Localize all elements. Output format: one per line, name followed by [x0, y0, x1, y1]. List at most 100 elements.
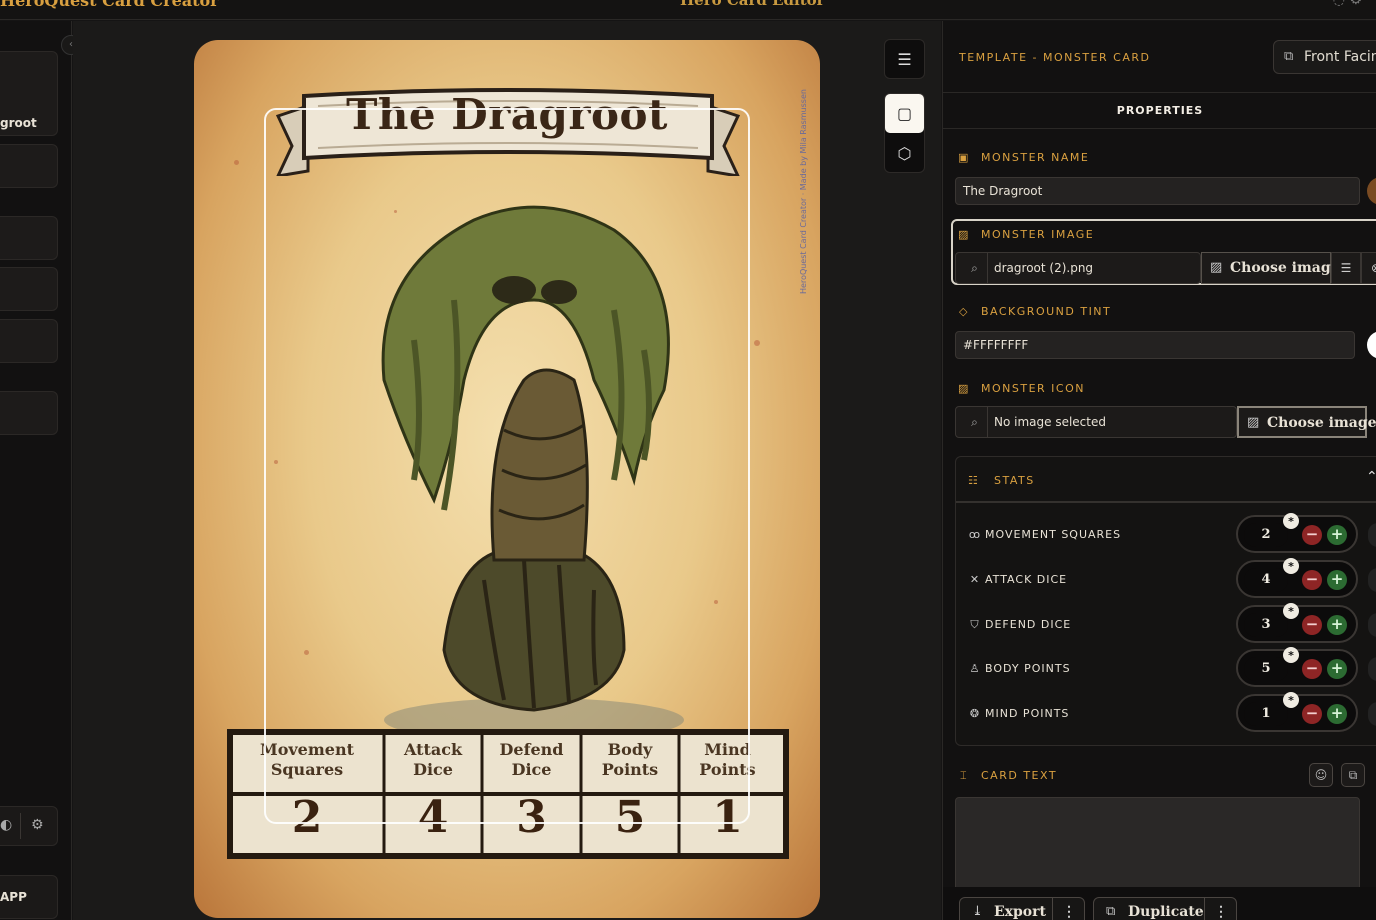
card-list-item[interactable] — [0, 319, 58, 363]
format-icon[interactable]: ⧉ — [1341, 763, 1365, 787]
monster-name-label: MONSTER NAME — [981, 151, 1090, 164]
choose-icon-label: Choose image — [1267, 415, 1376, 431]
gear-icon[interactable]: ⚙ — [31, 817, 44, 833]
card-stat-value: 3 — [516, 792, 547, 843]
card-list-item-selected[interactable]: groot — [0, 51, 58, 136]
card-text-input[interactable] — [955, 797, 1360, 897]
card-stat-value: 1 — [712, 792, 743, 843]
asterisk-icon[interactable]: * — [1283, 647, 1299, 663]
defend-stepper: 3 * − + — [1236, 603, 1358, 643]
settings-icon[interactable]: ⚙ — [1349, 0, 1362, 8]
asterisk-icon[interactable]: * — [1283, 692, 1299, 708]
increment-button[interactable]: + — [1327, 704, 1347, 724]
card-stat-header: Body Points — [601, 740, 659, 779]
card-stat-body: Body Points 5 — [581, 730, 679, 856]
movement-stepper: 2 * − + — [1236, 513, 1358, 553]
stat-value-input[interactable]: 2 — [1244, 523, 1288, 547]
monster-artwork — [381, 205, 684, 742]
asterisk-icon[interactable]: * — [1283, 603, 1299, 619]
chevron-left-icon[interactable]: ‹ — [1368, 523, 1376, 547]
stat-value-input[interactable]: 4 — [1244, 568, 1288, 592]
stats-list-icon: ☷ — [968, 474, 980, 487]
help-icon[interactable]: ◌ — [1333, 0, 1345, 8]
card-list-item[interactable] — [0, 391, 58, 435]
card-list-item[interactable] — [0, 216, 58, 260]
parchment-speck — [234, 160, 239, 165]
monster-name-section: ▣ MONSTER NAME — [957, 151, 1089, 164]
image-add-icon: ▨ — [1247, 415, 1260, 430]
view-2d-square-icon[interactable]: ▢ — [885, 94, 924, 133]
view-3d-cube-icon[interactable]: ⬡ — [885, 134, 924, 173]
stat-value-input[interactable]: 5 — [1244, 657, 1288, 681]
tools-divider — [20, 813, 21, 839]
stat-row-mind: ❂MIND POINTS 1 * − + ‹ — [956, 692, 1376, 734]
body-stepper: 5 * − + — [1236, 647, 1358, 687]
chevron-left-icon[interactable]: ‹ — [1368, 613, 1376, 637]
more-vertical-icon[interactable]: ⋮ — [1054, 898, 1084, 920]
card-list-sidebar: ‹ groot ◐ ⚙ APP — [0, 21, 81, 920]
card-stat-value: 5 — [614, 792, 646, 843]
card-list-item[interactable] — [0, 144, 58, 188]
decrement-button[interactable]: − — [1302, 570, 1322, 590]
card-stat-movement: Movement Squares 2 — [230, 730, 384, 856]
chevron-up-icon[interactable]: ⌃ — [1366, 469, 1376, 485]
decrement-button[interactable]: − — [1302, 659, 1322, 679]
panel-header: TEMPLATE - MONSTER CARD ⧉ Front Facing — [943, 21, 1376, 93]
decrement-button[interactable]: − — [1302, 704, 1322, 724]
asterisk-icon[interactable]: * — [1283, 558, 1299, 574]
background-tint-input[interactable]: #FFFFFFFF — [955, 331, 1355, 359]
stat-row-attack: ✕ATTACK DICE 4 * − + ‹ — [956, 558, 1376, 600]
chevron-left-icon[interactable]: ‹ — [1368, 657, 1376, 681]
card-stat-mind: Mind Points 1 — [679, 730, 776, 856]
image-icon: ▨ — [958, 228, 970, 241]
stats-header[interactable]: ☷ STATS ⌃ — [956, 457, 1376, 503]
image-clear-button[interactable]: ⊗ — [1361, 252, 1376, 284]
monster-name-input[interactable]: The Dragroot — [955, 177, 1360, 205]
chevron-left-icon[interactable]: ‹ — [1368, 568, 1376, 592]
download-icon: ⤓ — [972, 904, 983, 919]
button-divider — [1204, 898, 1205, 920]
decrement-button[interactable]: − — [1302, 615, 1322, 635]
choose-monster-icon-button[interactable]: ▨ Choose image — [1237, 406, 1376, 438]
card-credit-text: HeroQuest Card Creator · Made by Mila Ra… — [799, 89, 808, 294]
decrement-button[interactable]: − — [1302, 525, 1322, 545]
theme-toggle-icon[interactable]: ◐ — [0, 817, 12, 833]
chevron-left-icon[interactable]: ‹ — [1368, 702, 1376, 726]
attack-stepper: 4 * − + — [1236, 558, 1358, 598]
copy-icon: ⧉ — [1284, 49, 1294, 64]
increment-button[interactable]: + — [1327, 525, 1347, 545]
search-icon: ⌕ — [962, 407, 988, 437]
monster-card-preview[interactable]: HeroQuest Card Creator · Made by Mila Ra… — [194, 40, 820, 918]
image-add-icon: ▨ — [1210, 260, 1223, 275]
increment-button[interactable]: + — [1327, 659, 1347, 679]
monster-image-group: ▨ MONSTER IMAGE ⌕ dragroot (2).png ▨ Choo… — [951, 219, 1376, 285]
choose-monster-image-button[interactable]: ▨ Choose image — [1201, 252, 1340, 284]
app-menu-button[interactable]: APP — [0, 875, 58, 919]
front-facing-button[interactable]: ⧉ Front Facing — [1273, 40, 1376, 74]
tint-color-swatch[interactable] — [1367, 331, 1376, 359]
monster-icon-field[interactable]: ⌕ No image selected — [955, 406, 1237, 438]
parchment-speck — [304, 650, 309, 655]
sliders-icon[interactable]: ☰ — [885, 40, 924, 79]
name-color-swatch[interactable] — [1367, 177, 1376, 205]
image-adjust-button[interactable]: ☰ — [1331, 252, 1361, 284]
background-tint-section: ◇ BACKGROUND TINT — [957, 305, 1111, 318]
stat-value-input[interactable]: 1 — [1244, 702, 1288, 726]
monster-image-section: ▨ MONSTER IMAGE — [957, 228, 1094, 241]
increment-button[interactable]: + — [1327, 615, 1347, 635]
person-icon: ♙ — [969, 662, 981, 675]
stat-value-input[interactable]: 3 — [1244, 613, 1288, 637]
more-vertical-icon[interactable]: ⋮ — [1206, 898, 1236, 920]
asterisk-icon[interactable]: * — [1283, 513, 1299, 529]
editor-title: Hero Card Editor — [680, 0, 825, 9]
duplicate-button[interactable]: ⧉ Duplicate ⋮ — [1093, 897, 1237, 920]
monster-image-label: MONSTER IMAGE — [981, 228, 1095, 241]
duplicate-label: Duplicate — [1128, 904, 1204, 920]
increment-button[interactable]: + — [1327, 570, 1347, 590]
emoji-icon[interactable]: ☺ — [1309, 763, 1333, 787]
stats-label: ☷ STATS — [968, 474, 1035, 487]
card-stat-header: Movement Squares — [260, 740, 354, 779]
monster-image-field[interactable]: ⌕ dragroot (2).png — [955, 252, 1201, 284]
export-button[interactable]: ⤓ Export ⋮ — [959, 897, 1085, 920]
card-list-item[interactable] — [0, 267, 58, 311]
